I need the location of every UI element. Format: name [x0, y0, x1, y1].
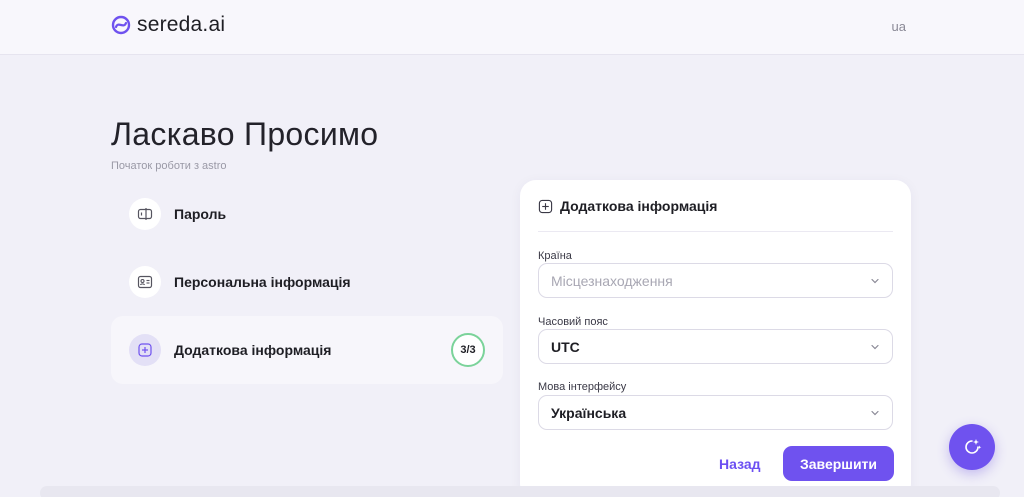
magic-wand-icon	[965, 439, 982, 454]
step-password[interactable]: Пароль	[111, 180, 503, 248]
interface-language-label: Мова інтерфейсу	[538, 381, 627, 393]
plus-square-icon	[538, 199, 553, 213]
top-bar: sereda.ai ua	[0, 0, 1024, 55]
language-switcher[interactable]: ua	[892, 19, 906, 34]
logo-icon	[111, 15, 131, 35]
chevron-down-icon	[871, 410, 879, 416]
chevron-down-icon	[871, 278, 879, 284]
logo-text: sereda.ai	[137, 13, 226, 36]
divider	[538, 231, 893, 232]
timezone-label: Часовий пояс	[538, 316, 608, 328]
card-title: Додаткова інформація	[560, 198, 718, 214]
id-card-icon	[129, 266, 161, 298]
finish-button[interactable]: Завершити	[783, 446, 894, 481]
page-title: Ласкаво Просимо	[111, 116, 379, 152]
step-label: Пароль	[174, 206, 227, 222]
country-select[interactable]: Місцезнаходження	[538, 263, 893, 298]
step-personal-info[interactable]: Персональна інформація	[111, 248, 503, 316]
interface-language-select[interactable]: Українська	[538, 395, 893, 430]
interface-language-select-value: Українська	[551, 404, 627, 421]
additional-info-card: Додаткова інформація Країна Місцезнаходж…	[520, 180, 911, 497]
timezone-select[interactable]: UTC	[538, 329, 893, 364]
assistant-button[interactable]	[949, 424, 995, 470]
password-icon	[129, 198, 161, 230]
plus-square-icon	[129, 334, 161, 366]
step-label: Додаткова інформація	[174, 342, 332, 358]
page-subtitle: Початок роботи з astro	[111, 160, 227, 172]
step-additional-info[interactable]: Додаткова інформація 3/3	[111, 316, 503, 384]
country-select-value: Місцезнаходження	[551, 272, 673, 289]
card-header: Додаткова інформація	[538, 198, 717, 214]
timezone-select-value: UTC	[551, 338, 580, 355]
bottom-edge	[40, 486, 1000, 497]
back-button[interactable]: Назад	[719, 456, 761, 472]
logo[interactable]: sereda.ai	[111, 13, 225, 37]
step-label: Персональна інформація	[174, 274, 351, 290]
country-label: Країна	[538, 250, 572, 262]
chevron-down-icon	[871, 344, 879, 350]
step-progress-badge: 3/3	[451, 333, 485, 367]
